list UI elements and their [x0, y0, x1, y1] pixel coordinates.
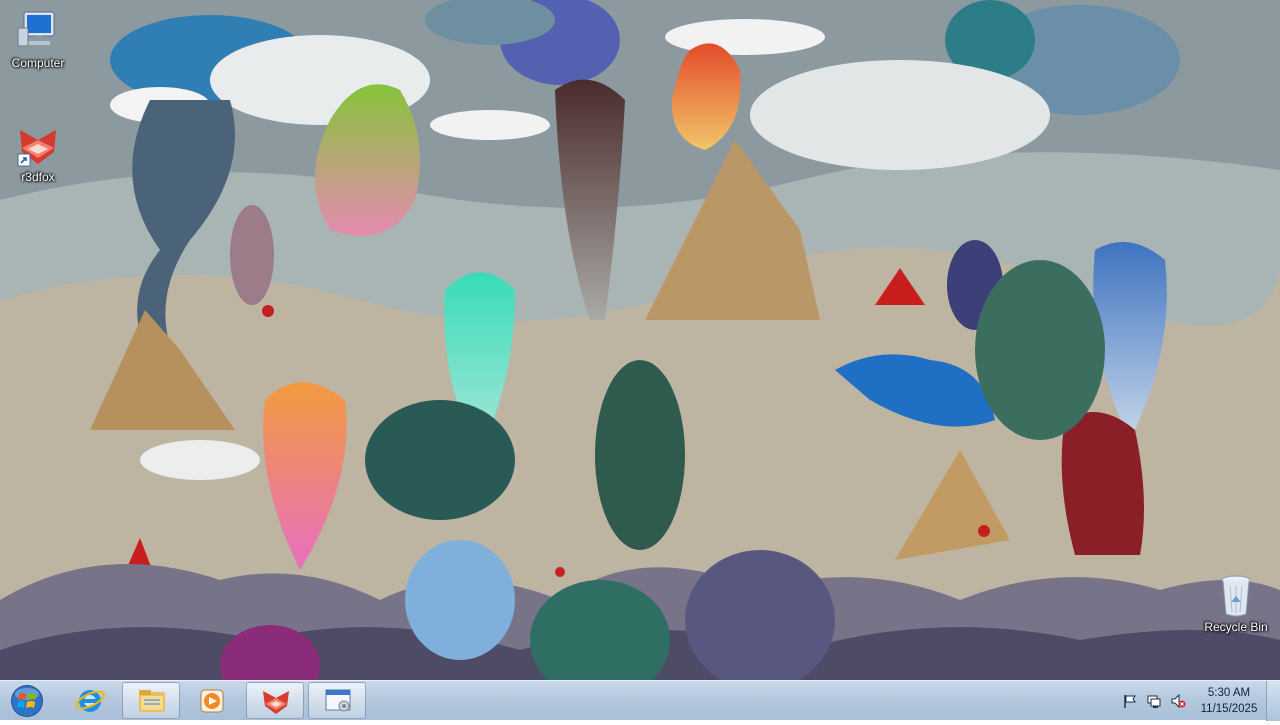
windows-orb-icon	[11, 685, 43, 717]
volume-muted-icon[interactable]	[1170, 693, 1186, 709]
r3dfox-label: r3dfox	[21, 170, 55, 184]
flag-icon[interactable]	[1122, 693, 1138, 709]
taskbar-internet-explorer[interactable]	[61, 682, 119, 719]
taskbar-window-app[interactable]	[308, 682, 366, 719]
clock-date: 11/15/2025	[1200, 703, 1258, 715]
taskbar: 5:30 AM 11/15/2025	[0, 680, 1280, 721]
show-desktop-button[interactable]	[1266, 681, 1280, 721]
window-app-icon	[325, 689, 351, 712]
clock-time: 5:30 AM	[1207, 687, 1251, 699]
start-button[interactable]	[4, 682, 50, 720]
taskbar-file-explorer[interactable]	[122, 682, 180, 719]
media-player-icon	[200, 689, 224, 713]
r3dfox-desktop-icon[interactable]: r3dfox	[0, 122, 76, 184]
taskbar-media-player[interactable]	[183, 682, 241, 719]
internet-explorer-icon	[75, 690, 105, 712]
computer-label: Computer	[11, 56, 65, 70]
recycle-bin-label: Recycle Bin	[1204, 620, 1268, 634]
computer-icon	[17, 11, 55, 47]
recycle-bin-icon	[1221, 575, 1251, 617]
r3dfox-icon	[17, 130, 56, 167]
taskbar-r3dfox[interactable]	[246, 682, 304, 719]
recycle-bin-desktop-icon[interactable]: Recycle Bin	[1198, 572, 1274, 634]
wallpaper	[0, 0, 1280, 680]
desktop[interactable]: Computer r3dfox Recycle Bin	[0, 0, 1280, 680]
network-icon[interactable]	[1146, 693, 1162, 709]
computer-desktop-icon[interactable]: Computer	[0, 8, 76, 70]
clock[interactable]: 5:30 AM 11/15/2025	[1196, 685, 1262, 717]
r3dfox-taskbar-icon	[263, 691, 289, 714]
file-explorer-icon	[139, 690, 165, 712]
